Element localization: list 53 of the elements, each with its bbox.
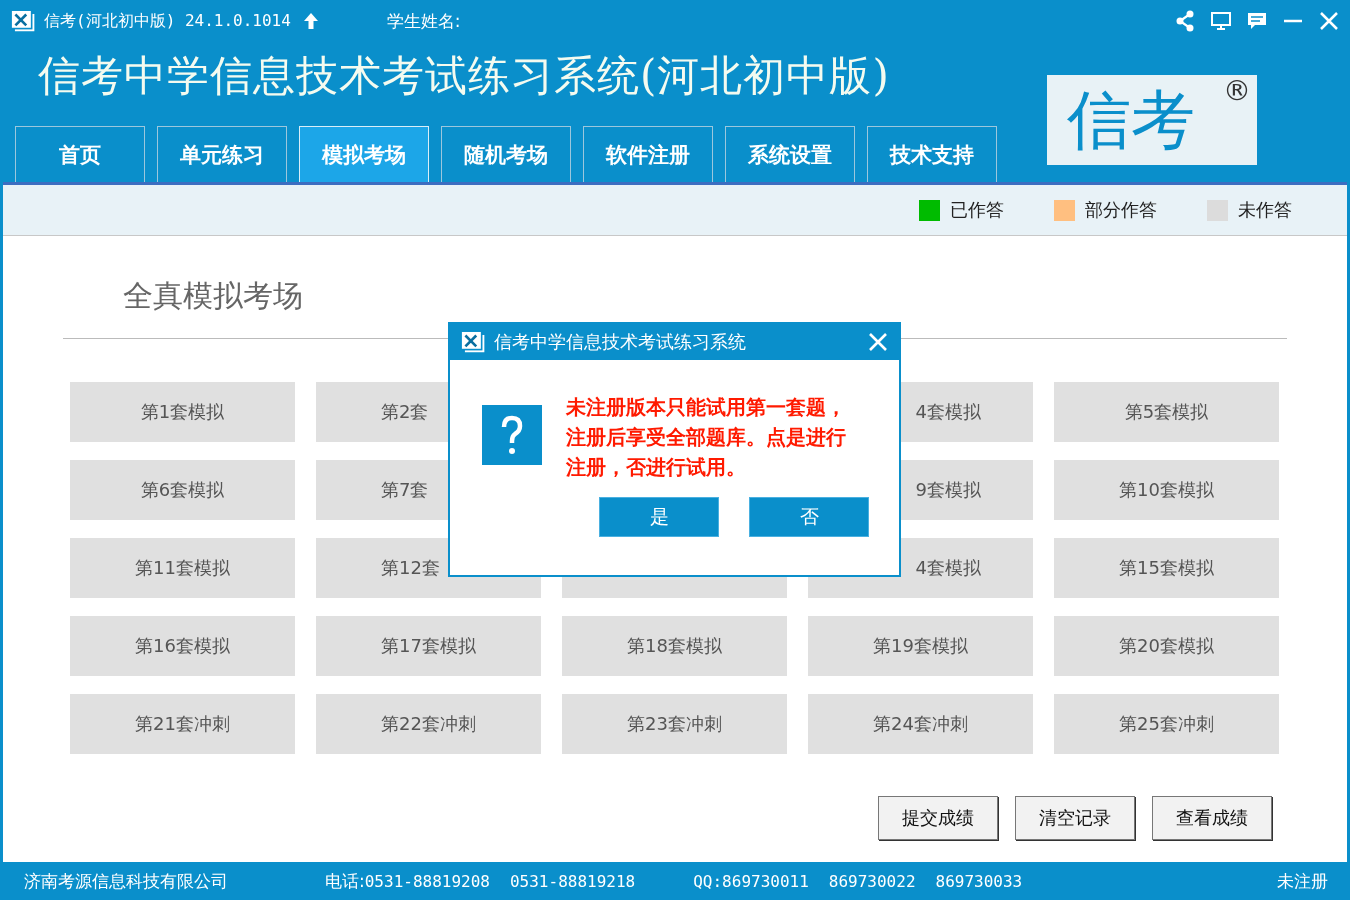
- nav-tab[interactable]: 首页: [15, 126, 145, 182]
- exam-button[interactable]: 第25套冲刺: [1054, 694, 1279, 754]
- exam-button[interactable]: 第6套模拟: [70, 460, 295, 520]
- exam-button[interactable]: 第19套模拟: [808, 616, 1033, 676]
- company-name: 济南考源信息科技有限公司: [24, 869, 228, 893]
- close-icon[interactable]: [1318, 10, 1340, 32]
- exam-button[interactable]: 第24套冲刺: [808, 694, 1033, 754]
- nav-tab[interactable]: 软件注册: [583, 126, 713, 182]
- legend-label: 部分作答: [1085, 198, 1157, 222]
- app-icon: [460, 330, 486, 354]
- dialog-button[interactable]: 否: [749, 497, 869, 537]
- exam-button[interactable]: 第22套冲刺: [316, 694, 541, 754]
- phone-number: 0531-88819208: [364, 871, 490, 891]
- app-icon: [10, 9, 36, 33]
- exam-button[interactable]: 第1套模拟: [70, 382, 295, 442]
- monitor-icon[interactable]: [1210, 10, 1232, 32]
- share-icon[interactable]: [1174, 10, 1196, 32]
- exam-button[interactable]: 第20套模拟: [1054, 616, 1279, 676]
- exam-button[interactable]: 第16套模拟: [70, 616, 295, 676]
- exam-button[interactable]: 第10套模拟: [1054, 460, 1279, 520]
- phone-number: 0531-88819218: [509, 871, 636, 891]
- exam-button[interactable]: 第15套模拟: [1054, 538, 1279, 598]
- dialog-title: 信考中学信息技术考试练习系统: [494, 330, 746, 354]
- exam-button[interactable]: 第11套模拟: [70, 538, 295, 598]
- nav-tab[interactable]: 技术支持: [867, 126, 997, 182]
- registration-status: 未注册: [1277, 869, 1328, 893]
- phone-label: 电话:: [325, 869, 365, 893]
- qq-number: 869730022: [828, 871, 916, 891]
- action-button[interactable]: 查看成绩: [1152, 796, 1272, 840]
- qq-number: 869730033: [935, 871, 1023, 891]
- app-title: 信考中学信息技术考试练习系统(河北初中版): [38, 50, 891, 102]
- up-arrow-icon[interactable]: [302, 12, 319, 30]
- exam-button[interactable]: 第5套模拟: [1054, 382, 1279, 442]
- legend-label: 已作答: [950, 198, 1004, 222]
- qq-number: 869730011: [722, 871, 809, 891]
- app-version: 信考(河北初中版) 24.1.0.1014: [44, 10, 291, 32]
- exam-button[interactable]: 第21套冲刺: [70, 694, 295, 754]
- nav-tab[interactable]: 系统设置: [725, 126, 855, 182]
- exam-button[interactable]: 第23套冲刺: [562, 694, 787, 754]
- close-icon[interactable]: [867, 331, 889, 353]
- qq-label: QQ:: [693, 871, 723, 891]
- dialog-button[interactable]: 是: [599, 497, 719, 537]
- chat-icon[interactable]: [1246, 10, 1268, 32]
- action-button[interactable]: 清空记录: [1015, 796, 1135, 840]
- action-button[interactable]: 提交成绩: [878, 796, 998, 840]
- legend-label: 未作答: [1238, 198, 1292, 222]
- nav-tab[interactable]: 随机考场: [441, 126, 571, 182]
- nav-tab[interactable]: 单元练习: [157, 126, 287, 182]
- exam-button[interactable]: 第17套模拟: [316, 616, 541, 676]
- logo: 信考 ®: [1047, 75, 1257, 165]
- section-title: 全真模拟考场: [123, 277, 304, 315]
- student-name-label: 学生姓名:: [386, 9, 461, 33]
- exam-button[interactable]: 第18套模拟: [562, 616, 787, 676]
